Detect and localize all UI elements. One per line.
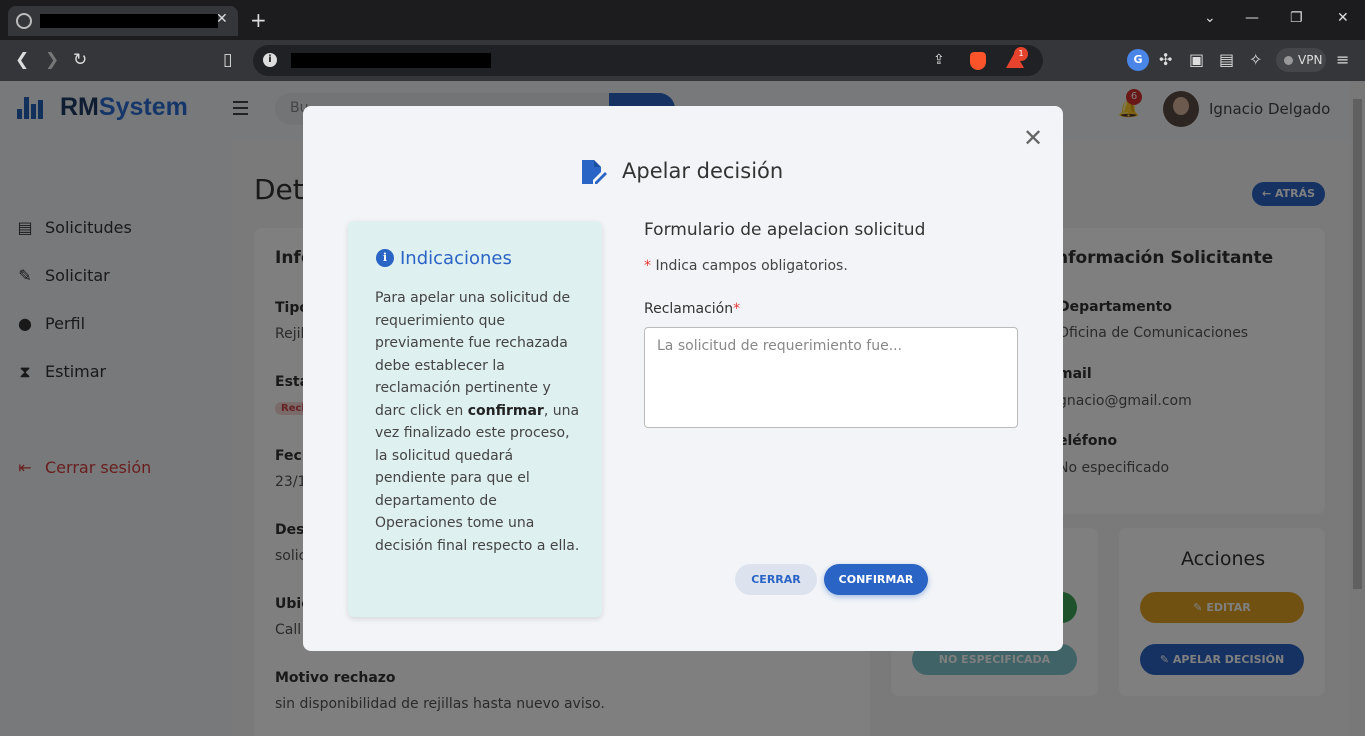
wallet-icon[interactable]: ▤ bbox=[1219, 50, 1234, 69]
confirm-button[interactable]: CONFIRMAR bbox=[824, 564, 928, 595]
leo-ai-icon[interactable]: ✧ bbox=[1249, 50, 1262, 69]
file-edit-icon bbox=[582, 160, 607, 184]
rewards-badge: 1 bbox=[1014, 47, 1028, 61]
modal-title: Apelar decisión bbox=[622, 159, 784, 183]
vpn-status-icon bbox=[1284, 56, 1293, 65]
appeal-modal: ✕ Apelar decisión i Indicaciones Para ap… bbox=[303, 106, 1063, 651]
form-title: Formulario de apelacion solicitud bbox=[644, 220, 926, 240]
address-bar[interactable]: i ⇪ bbox=[253, 45, 1043, 76]
sidebar-icon[interactable]: ▣ bbox=[1189, 50, 1204, 69]
bookmark-icon[interactable]: ▯ bbox=[223, 50, 232, 70]
required-note: * Indica campos obligatorios. bbox=[644, 258, 848, 274]
url-redacted bbox=[291, 53, 491, 68]
required-star: * bbox=[644, 258, 651, 274]
indications-panel: i Indicaciones Para apelar una solicitud… bbox=[348, 221, 602, 617]
tab-search-icon[interactable]: ⌄ bbox=[1204, 10, 1216, 26]
indications-text-end: , una vez finalizado este proceso, la so… bbox=[375, 402, 580, 554]
cancel-button[interactable]: CERRAR bbox=[735, 564, 817, 595]
site-info-icon[interactable]: i bbox=[263, 53, 277, 67]
reclamacion-label-text: Reclamación bbox=[644, 301, 734, 317]
browser-tab-bar: ✕ + ⌄ — ❐ ✕ bbox=[0, 0, 1365, 40]
reclamacion-textarea[interactable] bbox=[644, 327, 1018, 428]
vpn-label: VPN bbox=[1298, 53, 1323, 67]
brave-shields-icon[interactable] bbox=[970, 52, 986, 70]
indications-title: Indicaciones bbox=[400, 248, 512, 269]
browser-toolbar: ❮ ❯ ↻ ▯ i ⇪ 1 G ✣ ▣ ▤ ✧ VPN ≡ bbox=[0, 40, 1365, 81]
tab-close-icon[interactable]: ✕ bbox=[216, 11, 228, 27]
share-icon[interactable]: ⇪ bbox=[933, 52, 945, 68]
info-icon: i bbox=[376, 249, 394, 267]
minimize-icon[interactable]: — bbox=[1245, 10, 1259, 26]
globe-icon bbox=[16, 13, 32, 29]
indications-text: Para apelar una solicitud de requerimien… bbox=[375, 287, 585, 557]
required-note-text: Indica campos obligatorios. bbox=[651, 258, 848, 274]
indications-text-start: Para apelar una solicitud de requerimien… bbox=[375, 290, 571, 419]
back-icon[interactable]: ❮ bbox=[15, 50, 29, 70]
extensions-icon[interactable]: ✣ bbox=[1159, 50, 1172, 69]
tab-title-redacted bbox=[40, 14, 218, 28]
browser-tab[interactable]: ✕ bbox=[8, 6, 238, 36]
menu-icon[interactable]: ≡ bbox=[1336, 50, 1349, 69]
restore-icon[interactable]: ❐ bbox=[1290, 10, 1303, 26]
modal-close-icon[interactable]: ✕ bbox=[1023, 124, 1043, 152]
indications-text-bold: confirmar bbox=[467, 402, 544, 419]
close-window-icon[interactable]: ✕ bbox=[1337, 10, 1349, 26]
new-tab-button[interactable]: + bbox=[250, 8, 267, 32]
reload-icon[interactable]: ↻ bbox=[73, 50, 87, 70]
vpn-button[interactable]: VPN bbox=[1276, 48, 1326, 72]
forward-icon[interactable]: ❯ bbox=[45, 50, 59, 70]
reclamacion-label: Reclamación* bbox=[644, 301, 740, 317]
required-star: * bbox=[733, 301, 741, 317]
translate-icon[interactable]: G bbox=[1127, 49, 1149, 71]
